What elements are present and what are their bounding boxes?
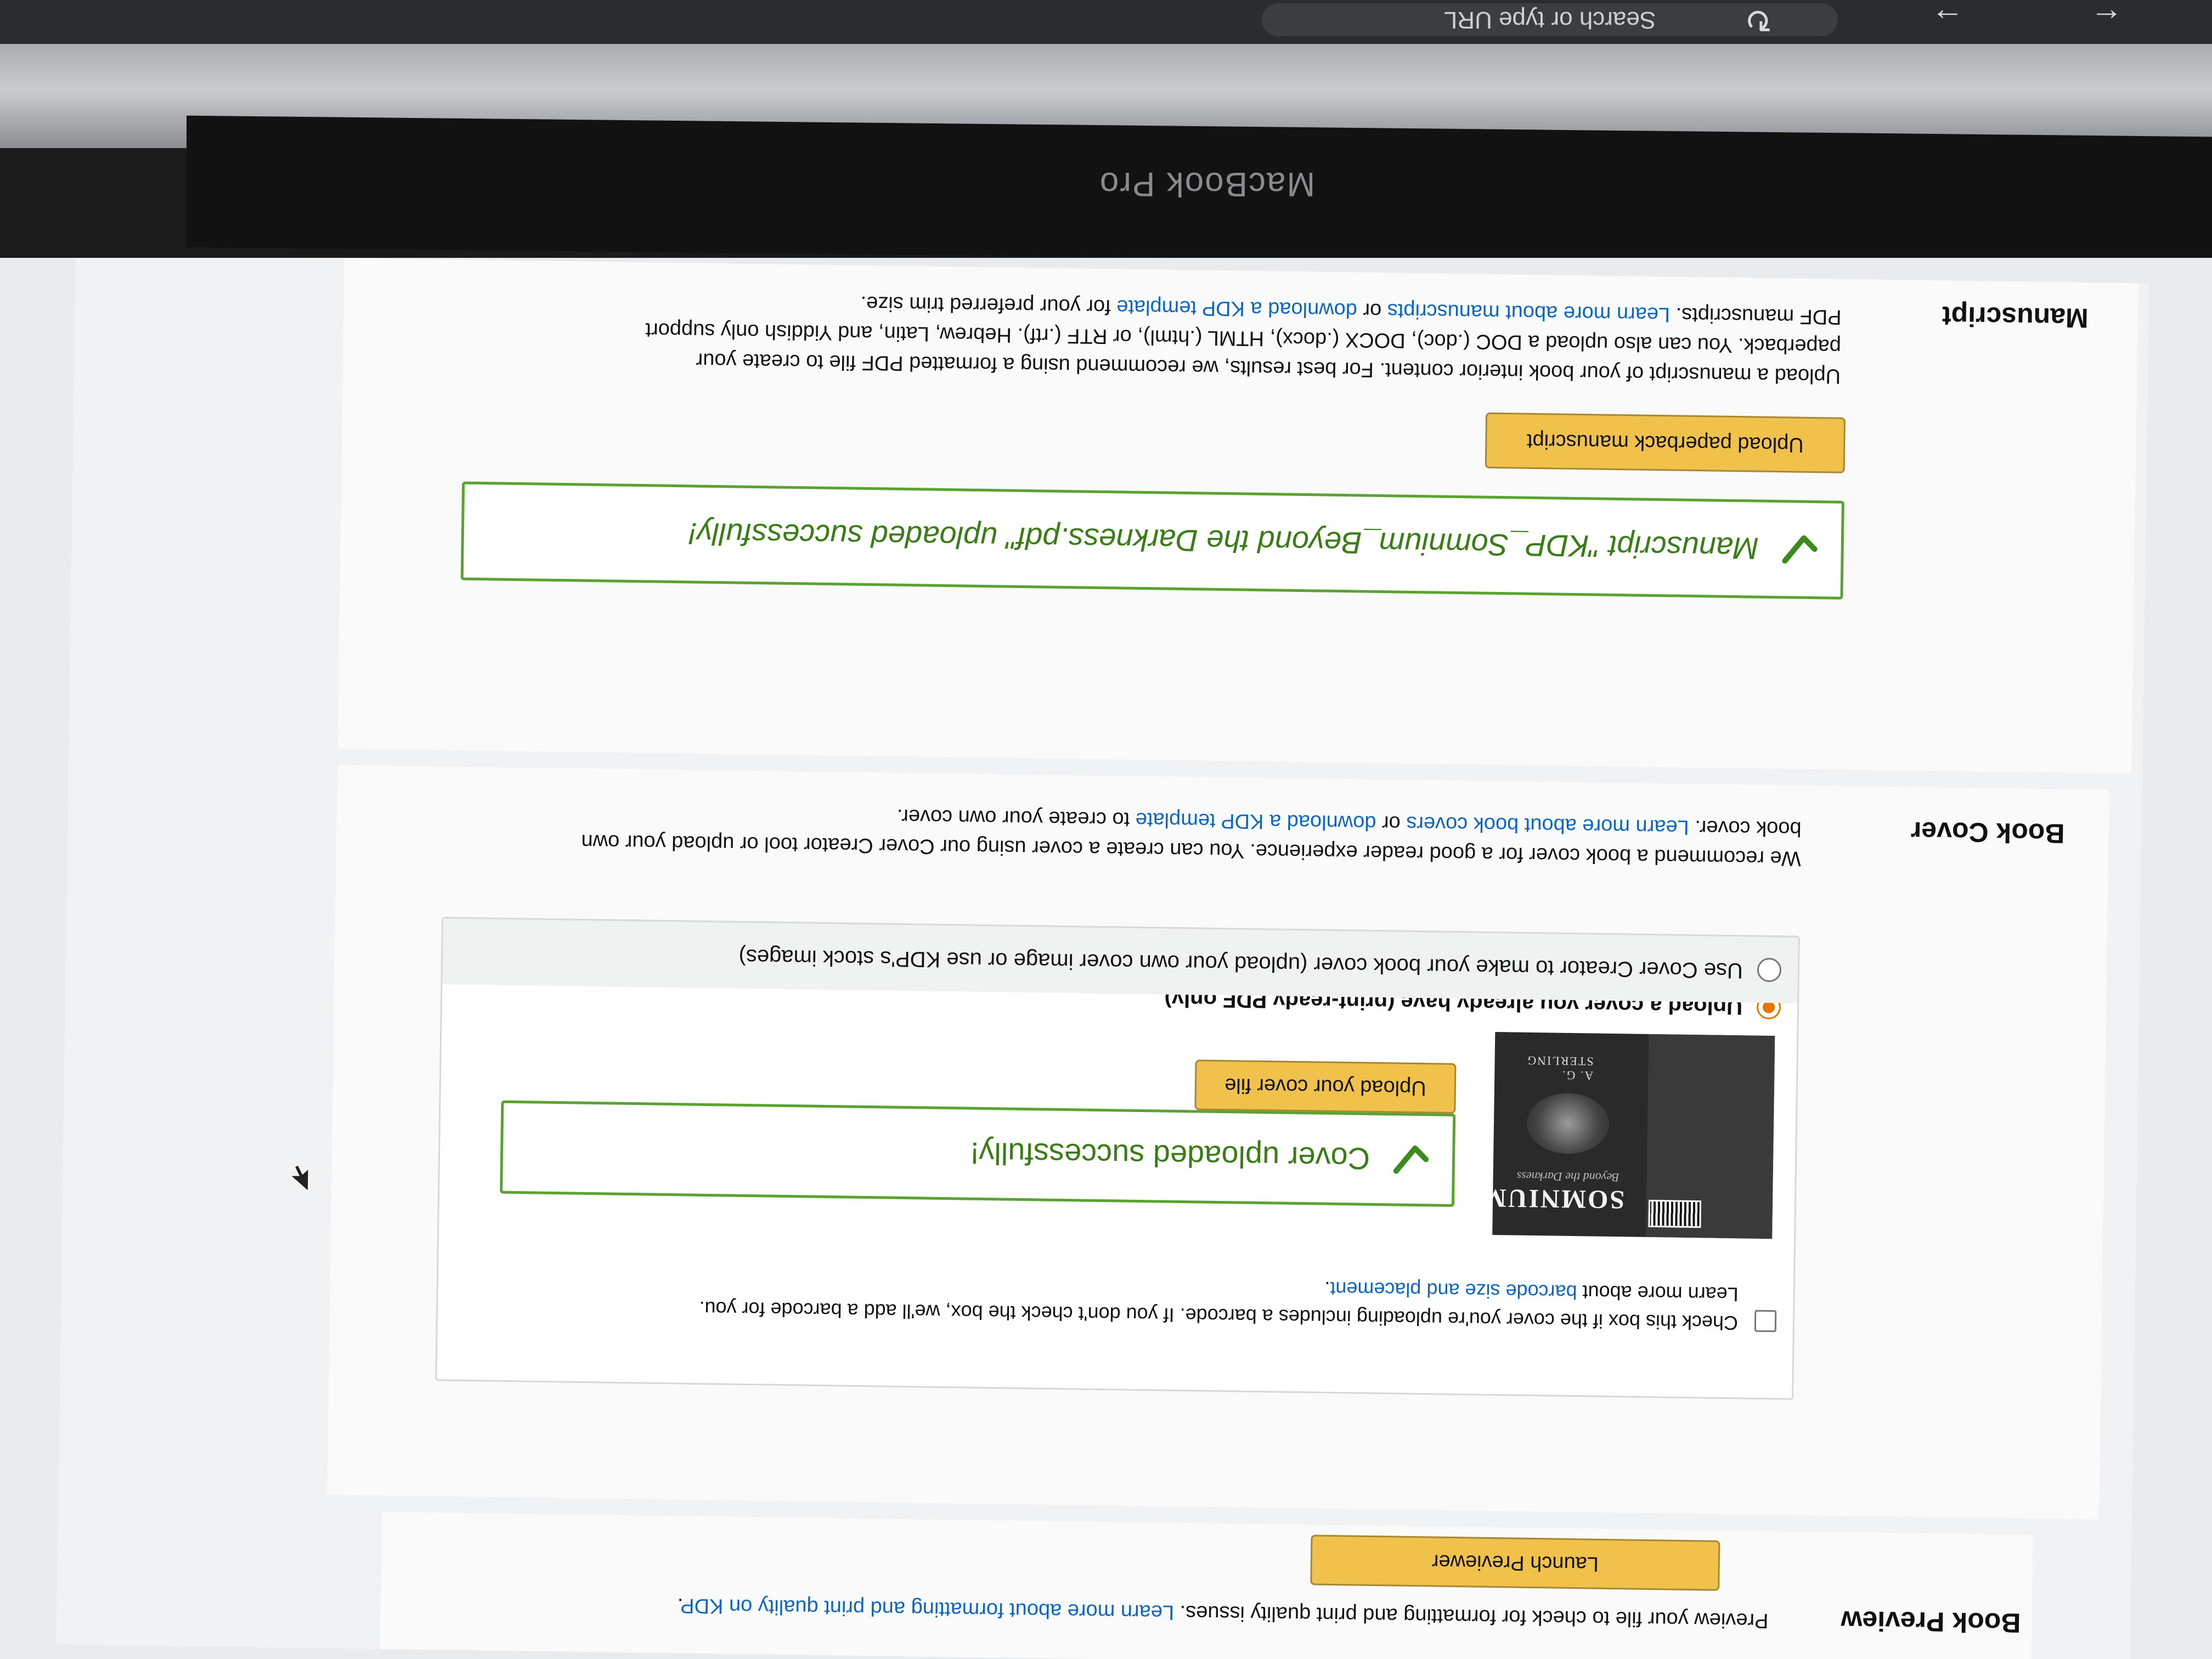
manuscript-success-box: Manuscript "KDP_Somnium_Beyond the Darkn… xyxy=(460,481,1844,600)
manuscript-desc-line3: PDF manuscripts. xyxy=(1669,303,1842,329)
upload-cover-button[interactable]: Upload your cover file xyxy=(1194,1059,1457,1114)
book-preview-desc-text: Preview your file to check for formattin… xyxy=(1173,1600,1769,1633)
barcode-notice-line2: Learn more about xyxy=(1577,1281,1739,1306)
cover-artwork xyxy=(1526,1092,1610,1154)
manuscript-title: Manuscript xyxy=(1942,301,2089,334)
manuscript-desc-end: for your preferred trim size. xyxy=(860,291,1117,319)
manuscripts-link[interactable]: Learn more about manuscripts xyxy=(1387,299,1670,326)
book-cover-title: Book Cover xyxy=(1910,816,2065,849)
book-cover-desc-or: or xyxy=(1376,811,1407,835)
checkmark-icon xyxy=(1782,535,1818,564)
book-preview-section: Book Preview Preview your file to check … xyxy=(380,1511,2033,1659)
upload-manuscript-button[interactable]: Upload paperback manuscript xyxy=(1485,412,1846,473)
checkmark-icon xyxy=(1393,1145,1429,1174)
manuscript-success-message: Manuscript "KDP_Somnium_Beyond the Darkn… xyxy=(688,516,1759,567)
book-preview-desc-end: . xyxy=(677,1594,684,1617)
book-cover-description: We recommend a book cover for a good rea… xyxy=(375,794,1802,873)
cover-thumbnail: A. G. STERLING SOMNIUM Beyond the Darkne… xyxy=(1492,1031,1775,1239)
cover-options-box: Check this box if the cover you're uploa… xyxy=(435,917,1800,1400)
cover-success-box: Cover uploaded successfully! xyxy=(500,1100,1456,1207)
barcode-notice: Check this box if the cover you're uploa… xyxy=(476,1262,1739,1337)
book-covers-link[interactable]: Learn more about book covers xyxy=(1406,812,1689,839)
device-label: MacBook Pro xyxy=(1098,165,1316,203)
book-cover-desc-end: to create your own cover. xyxy=(896,804,1136,831)
cover-template-link[interactable]: download a KDP template xyxy=(1135,808,1376,834)
book-preview-description: Preview your file to check for formattin… xyxy=(397,1587,1769,1635)
barcode-notice-end: . xyxy=(1324,1277,1330,1300)
cover-author: A. G. STERLING xyxy=(1526,1053,1594,1083)
book-preview-title: Book Preview xyxy=(1841,1605,2021,1639)
manuscript-template-link[interactable]: download a KDP template xyxy=(1116,295,1357,321)
mouse-pointer-icon xyxy=(288,1164,309,1193)
cover-creator-option-label: Use Cover Creator to make your book cove… xyxy=(738,944,1743,983)
launch-previewer-button[interactable]: Launch Previewer xyxy=(1310,1534,1720,1591)
barcode-checkbox[interactable] xyxy=(1754,1310,1777,1333)
cover-success-message: Cover uploaded successfully! xyxy=(970,1136,1370,1177)
cover-barcode xyxy=(1648,1199,1702,1228)
back-icon[interactable]: ← xyxy=(2090,2,2123,38)
browser-toolbar: Search or type URL ↻ → ← xyxy=(0,0,2212,44)
cover-title: SOMNIUM xyxy=(1492,1183,1625,1215)
formatting-quality-link[interactable]: Learn more about formatting and print qu… xyxy=(683,1594,1174,1623)
book-cover-section: Book Cover We recommend a book cover for… xyxy=(327,765,2109,1520)
manuscript-description: Upload a manuscript of your book interio… xyxy=(359,281,1842,391)
screen: Book Preview Preview your file to check … xyxy=(0,258,2212,1659)
kdp-content-page: Book Preview Preview your file to check … xyxy=(56,258,2149,1659)
cover-creator-row[interactable]: Use Cover Creator to make your book cove… xyxy=(442,917,1798,1003)
barcode-size-link[interactable]: barcode size and placement xyxy=(1330,1278,1577,1304)
cover-creator-radio[interactable] xyxy=(1757,957,1782,983)
cover-subtitle: Beyond the Darkness xyxy=(1516,1169,1620,1185)
manuscript-section: Manuscript Upload a manuscript of your b… xyxy=(337,258,2138,774)
manuscript-desc-or: or xyxy=(1357,298,1388,323)
forward-icon[interactable]: → xyxy=(1931,2,1964,38)
reload-icon[interactable]: ↻ xyxy=(1745,2,1772,38)
book-cover-desc-line2: book cover. xyxy=(1689,815,1802,840)
